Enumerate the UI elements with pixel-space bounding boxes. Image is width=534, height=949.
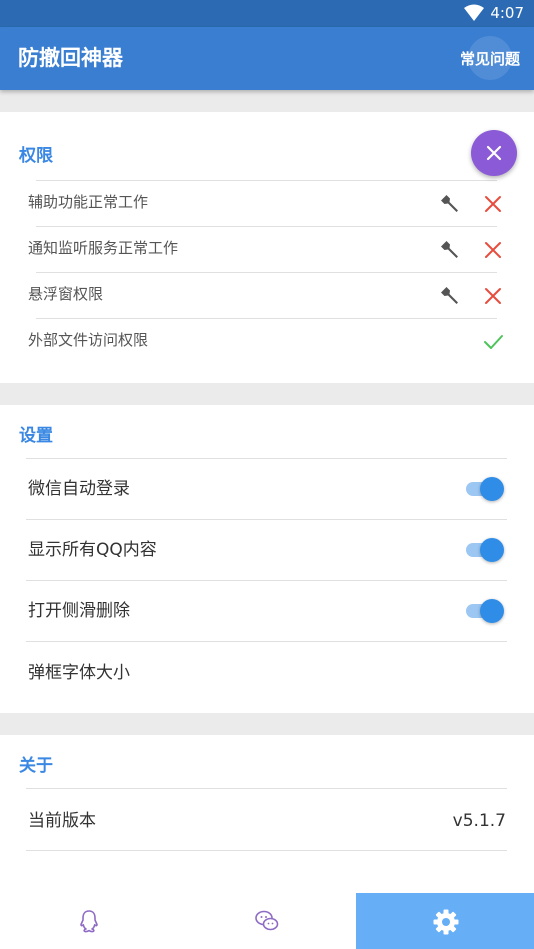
swipe-delete-toggle[interactable]: [466, 598, 504, 624]
perm-item-overlay: 悬浮窗权限: [28, 285, 104, 303]
gear-icon: [433, 909, 459, 935]
about-title: 关于: [19, 756, 53, 776]
divider: [36, 318, 497, 319]
wrench-icon[interactable]: [441, 194, 461, 214]
divider: [26, 519, 507, 520]
faq-button[interactable]: 常见问题: [460, 48, 520, 70]
divider: [36, 272, 497, 273]
perm-item-notification: 通知监听服务正常工作: [28, 239, 179, 257]
setting-label: 微信自动登录: [28, 479, 130, 499]
close-icon: [485, 242, 501, 258]
divider: [26, 850, 507, 851]
close-fab-button[interactable]: [471, 130, 517, 176]
show-qq-content-toggle[interactable]: [466, 537, 504, 563]
close-icon: [486, 145, 502, 161]
toggle-thumb: [480, 599, 504, 623]
nav-tab-qq[interactable]: [0, 893, 178, 949]
toggle-thumb: [480, 538, 504, 562]
setting-row-dialog-font-size[interactable]: 弹框字体大小: [28, 662, 130, 684]
divider: [26, 458, 507, 459]
setting-label: 显示所有QQ内容: [28, 540, 157, 560]
divider: [36, 180, 497, 181]
wifi-icon: [464, 4, 484, 21]
version-label: 当前版本: [28, 811, 96, 831]
bottom-nav: [0, 893, 534, 949]
settings-card: 设置 微信自动登录 显示所有QQ内容 打开侧滑删除 弹框字体大小: [0, 405, 534, 713]
divider: [26, 788, 507, 789]
status-bar: 4:07: [0, 0, 534, 27]
divider: [26, 580, 507, 581]
wrench-icon[interactable]: [441, 286, 461, 306]
version-value: v5.1.7: [452, 811, 506, 831]
perm-item-storage: 外部文件访问权限: [28, 331, 149, 349]
setting-label: 打开侧滑删除: [28, 601, 130, 621]
wrench-icon[interactable]: [441, 240, 461, 260]
wechat-autologin-toggle[interactable]: [466, 476, 504, 502]
divider: [26, 641, 507, 642]
toggle-thumb: [480, 477, 504, 501]
close-icon: [485, 288, 501, 304]
settings-title: 设置: [19, 426, 53, 446]
about-card: 关于 当前版本 v5.1.7: [0, 735, 534, 893]
divider: [36, 226, 497, 227]
app-bar: 防撤回神器 常见问题: [0, 27, 534, 90]
permissions-card: 权限 辅助功能正常工作 通知监听服务正常工作 悬浮窗权限 外部文件访问权限: [0, 112, 534, 383]
status-time: 4:07: [490, 4, 524, 22]
nav-tab-wechat[interactable]: [178, 893, 356, 949]
perm-item-accessibility: 辅助功能正常工作: [28, 193, 149, 211]
app-title: 防撤回神器: [18, 46, 123, 70]
nav-tab-settings[interactable]: [356, 893, 534, 949]
permissions-title: 权限: [19, 146, 53, 166]
wechat-icon: [255, 910, 279, 931]
close-icon: [485, 196, 501, 212]
check-icon: [484, 335, 503, 349]
qq-icon: [80, 910, 98, 933]
